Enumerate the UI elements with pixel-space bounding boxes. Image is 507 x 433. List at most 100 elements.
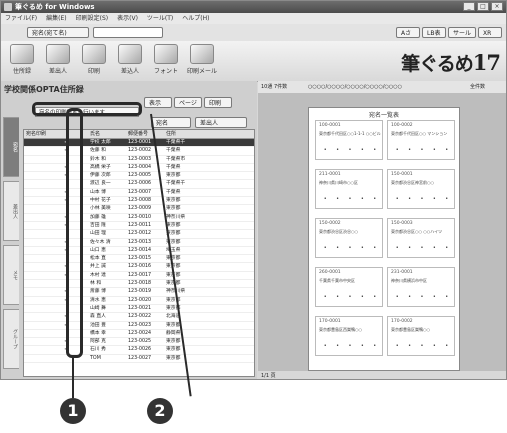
card-dot: • — [445, 343, 449, 349]
side-tab-memo[interactable]: メモ — [3, 245, 19, 305]
menu-tools[interactable]: ツール(T) — [147, 13, 173, 24]
table-row[interactable]: ✓ 清水 恵 123-0020 東京都 — [24, 297, 254, 305]
address-list-pane: 学校関係OPTA住所録 表示 ページ 印刷 宛名の印刷設定を行います 宛名 差出… — [1, 81, 257, 379]
toolbar-item-1[interactable]: Aさい — [396, 27, 420, 48]
card-dot: • — [395, 147, 399, 153]
address-card[interactable]: 150-0002 東京都渋谷区渋谷○○ • • • • • — [315, 218, 383, 258]
table-row[interactable]: 渡辺 良一 123-0006 千葉県千 — [24, 180, 254, 189]
tool-sender[interactable]: 差出人 — [43, 44, 73, 78]
cell-name: 橋本 幸 — [90, 330, 106, 336]
col-zip[interactable]: 郵便番号 — [128, 130, 148, 138]
col-print[interactable]: 宛名印刷 — [26, 130, 46, 138]
card-dot: • — [336, 245, 340, 251]
address-card[interactable]: 170-0002 東京都豊島区巣鴨○○ • • • • • — [387, 316, 455, 356]
tool-mail[interactable]: 印刷メール — [187, 44, 217, 78]
cell-name: 松本 直 — [90, 256, 106, 262]
menu-file[interactable]: ファイル(F) — [5, 13, 37, 24]
table-row[interactable]: 橋本 幸 123-0024 静岡県 — [24, 330, 254, 339]
table-row[interactable]: ✓ 高橋 栄子 123-0004 千葉県 — [24, 164, 254, 173]
cell-name: 木村 達 — [90, 272, 106, 278]
table-row[interactable]: ✓ 中村 花子 123-0008 東京都 — [24, 197, 254, 206]
address-card[interactable]: 100-0001 東京都千代田区○○1-1-1 ○○ビル • • • • • — [315, 120, 383, 160]
card-dot: • — [420, 147, 424, 153]
minimize-button[interactable]: _ — [463, 2, 475, 11]
close-button[interactable]: × — [491, 2, 503, 11]
cell-zip: 123-0005 — [128, 173, 152, 179]
tab-sender[interactable]: 差出人 — [195, 117, 247, 128]
table-row[interactable]: 山田 理 123-0012 東京都 — [24, 230, 254, 239]
toolbar-item-2[interactable]: LB表 — [422, 27, 446, 38]
table-row[interactable]: ✓ 山本 博 123-0007 千葉県 — [24, 189, 254, 198]
menu-help[interactable]: ヘルプ(H) — [182, 13, 209, 24]
card-zip: 231-0001 — [391, 270, 413, 275]
table-row[interactable]: ✓ 学校 太郎 123-0001 千葉県千 — [24, 139, 254, 148]
table-row[interactable]: ✓ 池田 豊 123-0023 東京都 — [24, 322, 254, 330]
table-row[interactable]: ✓ 佐々木 清 123-0013 東京都 — [24, 239, 254, 247]
toolbar-item-3[interactable]: サール — [448, 27, 476, 38]
address-card[interactable]: 150-0003 東京都渋谷区○○ ○○ハイツ • • • • • — [387, 218, 455, 258]
secondary-toolbar: 宛名(宛て名) Aさい LB表 サール XR — [1, 24, 506, 48]
table-row[interactable]: ✓ 吉田 隆 123-0011 東京都 — [24, 222, 254, 231]
tool-print[interactable]: 印刷 — [79, 44, 109, 78]
table-row[interactable]: 松本 直 123-0015 東京都 — [24, 255, 254, 264]
side-tab-sender[interactable]: 差出人 — [3, 181, 19, 241]
tool-font[interactable]: フォント — [151, 44, 181, 78]
cell-zip: 123-0007 — [128, 189, 152, 195]
cell-zip: 123-0021 — [128, 305, 152, 311]
cell-zip: 123-0003 — [128, 156, 152, 162]
address-card[interactable]: 211-0001 神奈川県川崎市○○区 • • • • • — [315, 169, 383, 209]
title-bar: 筆ぐるめ for Windows _ □ × — [1, 1, 506, 13]
cell-addr: 東京都 — [166, 206, 181, 212]
table-row[interactable]: ✓ 山口 恵 123-0014 埼玉県 — [24, 247, 254, 256]
col-name[interactable]: 氏名 — [90, 130, 100, 138]
tool-insert[interactable]: 差込人 — [115, 44, 145, 78]
table-row[interactable]: TOM 123-0027 東京都 — [24, 355, 254, 364]
table-row[interactable]: ✓ 石川 秀 123-0026 東京都 — [24, 346, 254, 355]
cell-name: 阿部 克 — [90, 339, 106, 345]
tab-recipient[interactable]: 宛名 — [151, 117, 191, 128]
cell-zip: 123-0012 — [128, 231, 152, 237]
cell-name: 井上 誠 — [90, 264, 106, 270]
table-row[interactable]: ✓斎藤 博123-0019神奈川県 — [24, 288, 254, 297]
menu-print-settings[interactable]: 印刷設定(S) — [76, 13, 109, 24]
table-row[interactable]: 山崎 舞 123-0021 東京都 — [24, 305, 254, 314]
menu-view[interactable]: 表示(V) — [117, 13, 138, 24]
cell-zip: 123-0026 — [128, 347, 152, 353]
col-address[interactable]: 住所 — [166, 130, 176, 138]
address-card[interactable]: 260-0001 千葉県千葉市中央区 • • • • • — [315, 267, 383, 307]
table-row[interactable]: 鈴木 和 123-0003 千葉県市 — [24, 156, 254, 164]
cell-name: 高橋 栄子 — [90, 164, 111, 170]
card-address: 千葉県千葉市中央区 — [319, 278, 355, 283]
search-input[interactable] — [93, 27, 163, 38]
table-row[interactable]: 林 和123-0018東京都 — [24, 280, 254, 289]
table-row[interactable]: ✓ 伊藤 次郎 123-0005 東京都 — [24, 172, 254, 181]
table-row[interactable]: ✓ 阿部 克 123-0025 東京都 — [24, 338, 254, 347]
table-row[interactable]: ✓ 加藤 雄 123-0010 神奈川県 — [24, 214, 254, 222]
tool-address-book[interactable]: 住所録 — [7, 44, 37, 78]
preview-all[interactable]: 全件数 — [470, 81, 485, 93]
address-mode-button[interactable]: 宛名(宛て名) — [27, 27, 89, 38]
menu-edit[interactable]: 編集(E) — [46, 13, 66, 24]
view-button[interactable]: 表示 — [144, 97, 172, 108]
cell-addr: 東京都 — [166, 355, 181, 361]
address-card[interactable]: 150-0001 東京都渋谷区神宮前○○ • • • • • — [387, 169, 455, 209]
table-row[interactable]: 小林 美咲 123-0009 東京都 — [24, 205, 254, 214]
cell-name: 山崎 舞 — [90, 305, 106, 311]
table-row[interactable]: ✓木村 達123-0017東京都 — [24, 272, 254, 281]
side-tab-group[interactable]: グループ — [3, 309, 19, 369]
cell-zip: 123-0011 — [128, 222, 152, 228]
print-button[interactable]: 印刷 — [204, 97, 232, 108]
card-address: 神奈川県横浜市中区 — [391, 278, 427, 283]
maximize-button[interactable]: □ — [477, 2, 489, 11]
table-row[interactable]: ✓ 佐藤 和 123-0002 千葉県 — [24, 147, 254, 156]
status-bar: 1/1 頁 — [258, 371, 506, 379]
table-row[interactable]: ✓ 森 直人 123-0022 北海道 — [24, 313, 254, 322]
page-button[interactable]: ページ — [174, 97, 202, 108]
toolbar-item-4[interactable]: XR — [478, 27, 502, 38]
side-tab-recipient[interactable]: 宛名 — [3, 117, 19, 177]
table-row[interactable]: ✓井上 誠123-0016東京都 — [24, 263, 254, 272]
address-card[interactable]: 231-0001 神奈川県横浜市中区 • • • • • — [387, 267, 455, 307]
address-card[interactable]: 100-0002 東京都千代田区○○ マンション • • • • • — [387, 120, 455, 160]
address-card[interactable]: 170-0001 東京都豊島区西巣鴨○○ • • • • • — [315, 316, 383, 356]
cell-addr: 千葉県 — [166, 164, 181, 170]
